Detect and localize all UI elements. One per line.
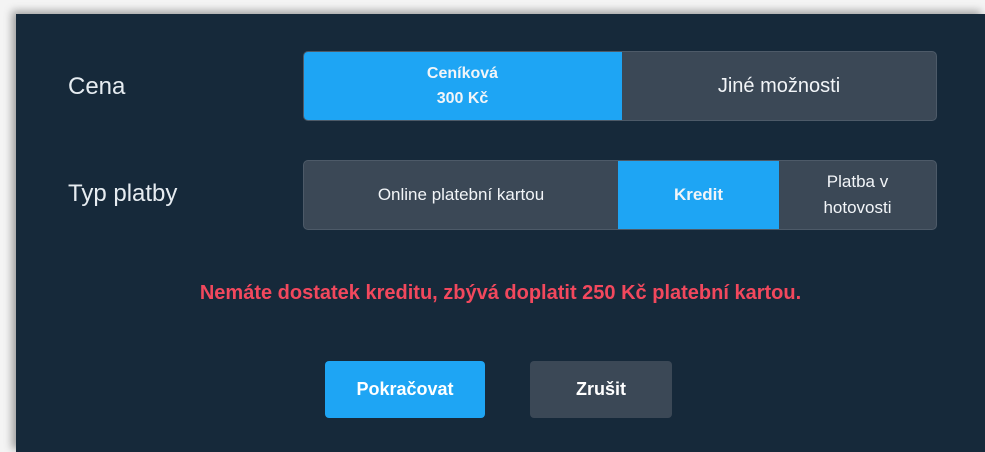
- payment-option-cash-line2: hotovosti: [823, 198, 892, 217]
- payment-option-cash-line1: Platba v: [826, 172, 889, 191]
- price-option-other-label: Jiné možnosti: [717, 74, 841, 97]
- continue-button[interactable]: Pokračovat: [325, 361, 485, 418]
- payment-option-credit[interactable]: Kredit: [618, 161, 778, 229]
- cancel-button[interactable]: Zrušit: [530, 361, 672, 418]
- price-label: Cena: [68, 73, 126, 100]
- price-option-list-price-name: Ceníková: [426, 65, 499, 82]
- payment-dialog: Cena Ceníková 300 Kč Jiné možnosti Typ p…: [16, 14, 985, 452]
- price-option-other[interactable]: Jiné možnosti: [621, 52, 936, 120]
- payment-option-credit-label: Kredit: [673, 185, 724, 204]
- price-option-list-price-amount: 300 Kč: [436, 90, 489, 107]
- payment-option-online-card-label: Online platební kartou: [377, 185, 545, 204]
- payment-type-label: Typ platby: [68, 180, 178, 207]
- price-segmented-control: Ceníková 300 Kč Jiné možnosti: [303, 51, 937, 121]
- insufficient-credit-error: Nemáte dostatek kreditu, zbývá doplatit …: [199, 282, 802, 304]
- payment-type-segmented-control: Online platební kartou Kredit Platba v h…: [303, 160, 937, 230]
- price-option-list-price[interactable]: Ceníková 300 Kč: [304, 52, 621, 120]
- payment-option-online-card[interactable]: Online platební kartou: [304, 161, 618, 229]
- payment-option-cash[interactable]: Platba v hotovosti: [778, 161, 936, 229]
